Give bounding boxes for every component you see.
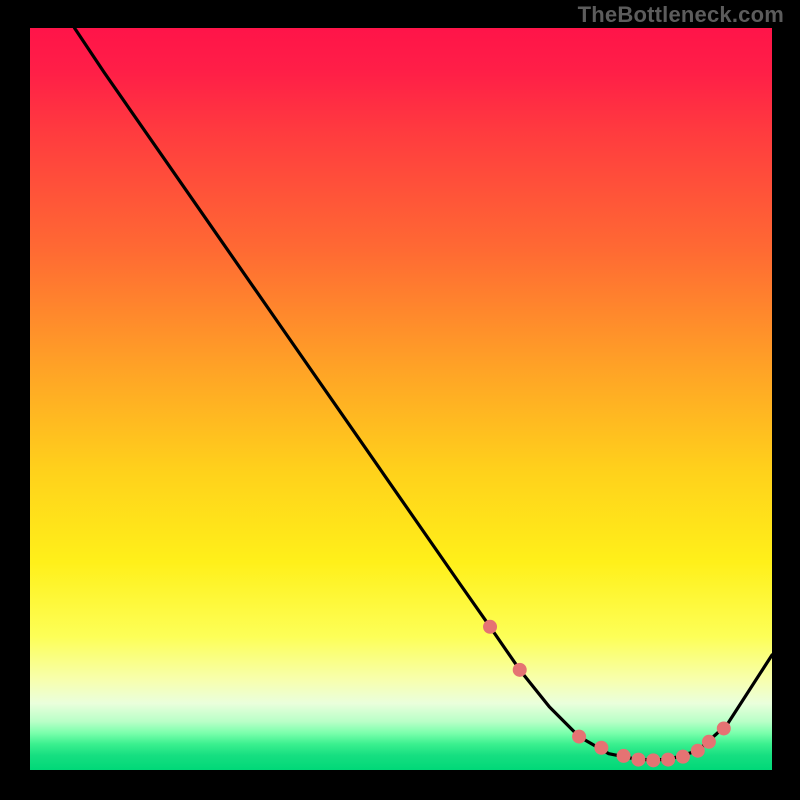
watermark-text: TheBottleneck.com: [578, 2, 784, 28]
curve-layer: [30, 28, 772, 770]
curve-marker: [483, 620, 497, 634]
chart-frame: TheBottleneck.com: [0, 0, 800, 800]
bottleneck-curve: [75, 28, 772, 760]
curve-markers: [483, 620, 731, 768]
curve-marker: [572, 730, 586, 744]
curve-marker: [676, 750, 690, 764]
curve-marker: [702, 735, 716, 749]
curve-marker: [646, 753, 660, 767]
curve-marker: [691, 744, 705, 758]
curve-marker: [617, 749, 631, 763]
curve-marker: [631, 753, 645, 767]
curve-marker: [594, 741, 608, 755]
curve-marker: [513, 663, 527, 677]
curve-marker: [717, 721, 731, 735]
curve-marker: [661, 753, 675, 767]
